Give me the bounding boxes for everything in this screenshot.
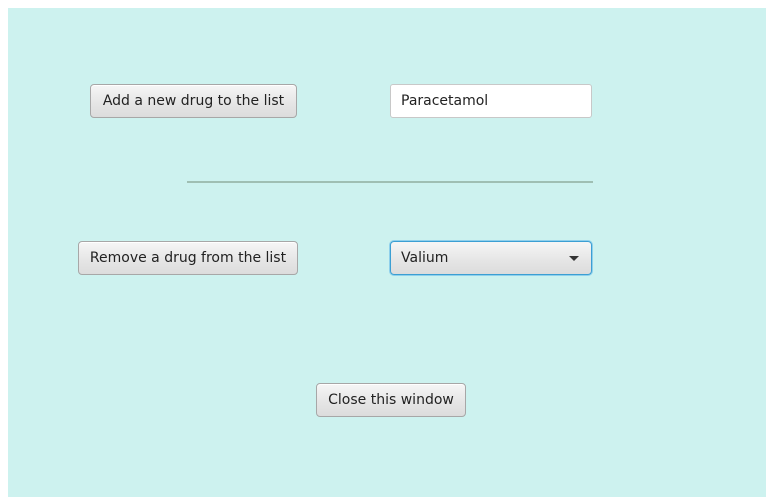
new-drug-value: Paracetamol [401,93,489,109]
add-drug-button[interactable]: Add a new drug to the list [90,84,297,118]
drug-select[interactable]: Valium [390,241,592,275]
drug-manager-window: Add a new drug to the list Paracetamol R… [8,8,766,497]
drug-select-value: Valium [401,250,449,266]
chevron-down-icon[interactable] [569,255,579,261]
remove-drug-button[interactable]: Remove a drug from the list [78,241,298,275]
separator [187,181,593,183]
close-window-button[interactable]: Close this window [316,383,466,417]
new-drug-field[interactable]: Paracetamol [390,84,592,118]
